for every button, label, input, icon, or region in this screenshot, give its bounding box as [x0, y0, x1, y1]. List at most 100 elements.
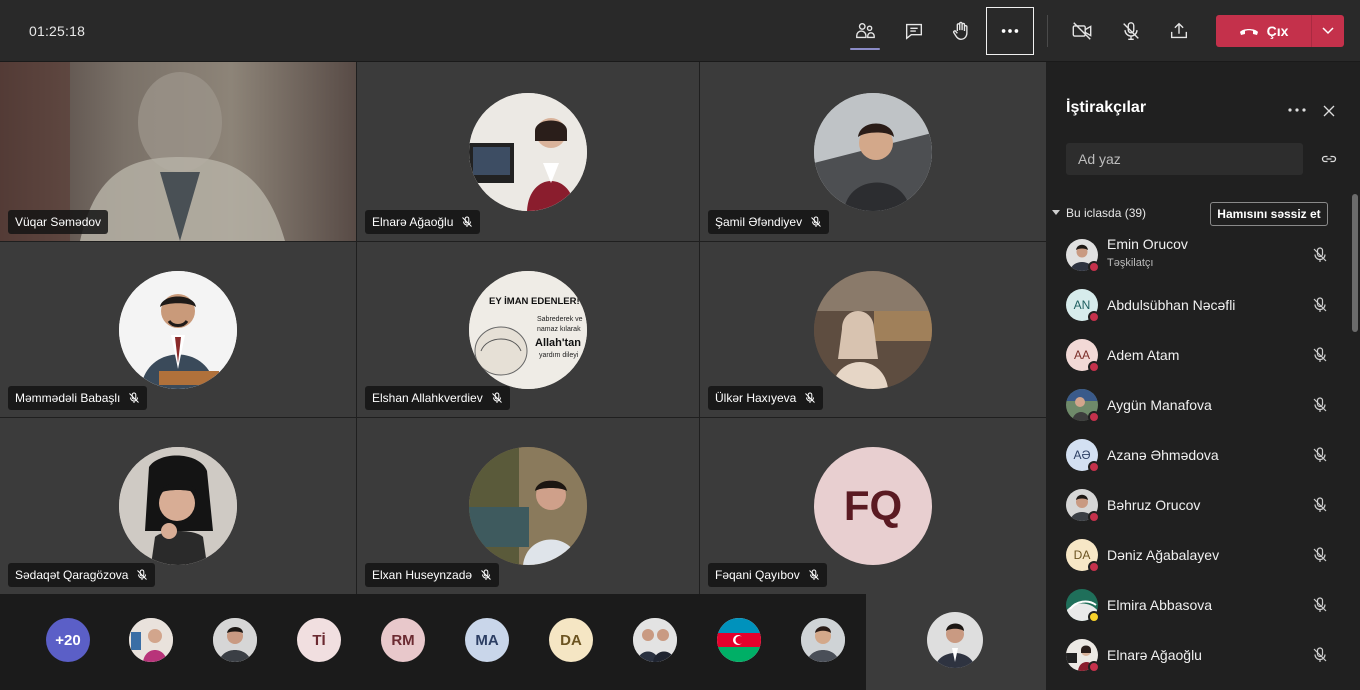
participant-row[interactable]: AƏ Azanə Əhmədova [1046, 430, 1350, 480]
participant-name: Fəqani Qayıbov [715, 568, 800, 582]
mic-off-icon [491, 392, 502, 403]
mic-toggle-button[interactable] [1108, 8, 1154, 54]
strip-avatar-initials[interactable]: DA [549, 618, 593, 662]
participant-name: Elmira Abbasova [1107, 597, 1213, 613]
participant-role: Təşkilatçı [1107, 257, 1154, 269]
participant-photo [814, 92, 932, 211]
show-participants-button[interactable] [842, 8, 888, 54]
participant-row[interactable]: Aygün Manafova [1046, 380, 1350, 430]
poster-line: Allah'tan [535, 337, 581, 349]
strip-avatar[interactable] [213, 618, 257, 662]
mic-off-icon[interactable] [1311, 346, 1329, 364]
participant-row[interactable]: Elnarə Ağaoğlu [1046, 630, 1350, 680]
mic-off-icon[interactable] [1311, 446, 1329, 464]
self-view-tile[interactable] [866, 594, 1046, 690]
video-tile[interactable]: Məmmədəli Babaşlı [0, 242, 356, 417]
leave-label: Çıx [1266, 23, 1289, 39]
mic-off-icon[interactable] [1311, 296, 1329, 314]
hand-icon [952, 21, 968, 40]
participant-photo: EY İMAN EDENLER! Sabrederek ve namaz kıl… [469, 270, 587, 389]
raise-hand-button[interactable] [938, 8, 984, 54]
participant-strip: +20 Tİ RM MA DA [0, 594, 866, 690]
strip-avatar[interactable] [717, 618, 761, 662]
participant-name-tag: Fəqani Qayıbov [708, 563, 827, 587]
strip-avatar[interactable] [633, 618, 677, 662]
video-grid: Vüqar Səmədov Elnarə Ağaoğlu Şamil Əfənd… [0, 62, 1046, 594]
participant-list: Emin Orucov Təşkilatçı AN Abdulsübhan Nə… [1046, 230, 1350, 680]
video-tile[interactable]: Elnarə Ağaoğlu [357, 62, 699, 241]
participant-name: Ülkər Haxıyeva [715, 391, 797, 405]
participant-avatar [1066, 639, 1100, 673]
participant-row[interactable]: Elmira Abbasova [1046, 580, 1350, 630]
strip-avatar-initials[interactable]: Tİ [297, 618, 341, 662]
participant-row[interactable]: AA Adem Atam [1046, 330, 1350, 380]
mic-off-icon [129, 392, 140, 403]
mic-off-icon[interactable] [1311, 546, 1329, 564]
show-chat-button[interactable] [891, 8, 937, 54]
chat-icon [905, 23, 923, 40]
poster-line: yardım dileyi [539, 352, 579, 359]
participant-row[interactable]: Bəhruz Orucov [1046, 480, 1350, 530]
strip-avatar[interactable] [129, 618, 173, 662]
video-tile[interactable]: Sədaqət Qaragözova [0, 418, 356, 594]
avatar-initials: DA [1073, 548, 1091, 562]
mic-off-icon[interactable] [1311, 496, 1329, 514]
video-tile[interactable]: FQ Fəqani Qayıbov [700, 418, 1046, 594]
participant-photo [814, 270, 932, 389]
participant-photo [119, 447, 237, 565]
mic-off-icon[interactable] [1311, 396, 1329, 414]
poster-line: namaz kılarak [537, 326, 581, 333]
panel-more-button[interactable] [1284, 100, 1310, 120]
toolbar-separator [1047, 15, 1048, 47]
participant-name: Elxan Huseynzadə [372, 568, 473, 582]
participant-search-input[interactable] [1066, 143, 1303, 175]
participant-name-tag: Sədaqət Qaragözova [8, 563, 156, 587]
participant-row[interactable]: Emin Orucov Təşkilatçı [1046, 230, 1350, 280]
mic-off-icon[interactable] [1311, 246, 1329, 264]
participant-name-tag: Vüqar Səmədov [8, 210, 109, 234]
link-icon [1321, 155, 1337, 163]
section-toggle[interactable]: Bu iclasda (39) [1052, 206, 1146, 220]
mic-off-icon [137, 569, 148, 580]
mute-all-button[interactable]: Hamısını səssiz et [1210, 202, 1328, 226]
leave-options-button[interactable] [1312, 27, 1344, 35]
overflow-participants-button[interactable]: +20 [46, 618, 90, 662]
avatar-initials: AN [1073, 298, 1091, 312]
mic-off-icon [462, 216, 473, 227]
strip-avatar-initials[interactable]: MA [465, 618, 509, 662]
panel-scrollbar[interactable] [1352, 194, 1358, 332]
video-tile[interactable]: Ülkər Haxıyeva [700, 242, 1046, 417]
participant-row[interactable]: DA Dəniz Ağabalayev [1046, 530, 1350, 580]
camera-toggle-button[interactable] [1059, 8, 1105, 54]
participant-row[interactable]: AN Abdulsübhan Nəcəfli [1046, 280, 1350, 330]
strip-avatar[interactable] [801, 618, 845, 662]
participant-photo [469, 447, 587, 565]
presence-busy-icon [1088, 461, 1100, 473]
mic-off-icon[interactable] [1311, 596, 1329, 614]
participant-name: Elshan Allahkverdiev [372, 391, 483, 405]
mic-off-icon[interactable] [1311, 646, 1329, 664]
presence-busy-icon [1088, 361, 1100, 373]
participant-name-tag: Şamil Əfəndiyev [708, 210, 830, 234]
chevron-down-icon [1322, 27, 1334, 35]
participant-avatar [1066, 489, 1100, 523]
participant-avatar [1066, 239, 1100, 273]
leave-button[interactable]: Çıx [1216, 23, 1311, 39]
participant-avatar [1066, 589, 1100, 623]
presence-busy-icon [1088, 311, 1100, 323]
participant-avatar: AA [1066, 339, 1100, 373]
participant-name-tag: Elxan Huseynzadə [365, 563, 500, 587]
video-tile[interactable]: Elxan Huseynzadə [357, 418, 699, 594]
video-tile[interactable]: Şamil Əfəndiyev [700, 62, 1046, 241]
video-tile[interactable]: EY İMAN EDENLER! Sabrederek ve namaz kıl… [357, 242, 699, 417]
share-invite-button[interactable] [1318, 150, 1340, 168]
self-avatar [927, 612, 983, 668]
caret-down-icon [1052, 210, 1060, 215]
presence-busy-icon [1088, 261, 1100, 273]
video-tile[interactable]: Vüqar Səmədov [0, 62, 356, 241]
participant-name-tag: Məmmədəli Babaşlı [8, 386, 148, 410]
share-screen-button[interactable] [1156, 8, 1202, 54]
strip-avatar-initials[interactable]: RM [381, 618, 425, 662]
panel-close-button[interactable] [1318, 100, 1340, 122]
more-actions-button[interactable] [986, 7, 1034, 55]
